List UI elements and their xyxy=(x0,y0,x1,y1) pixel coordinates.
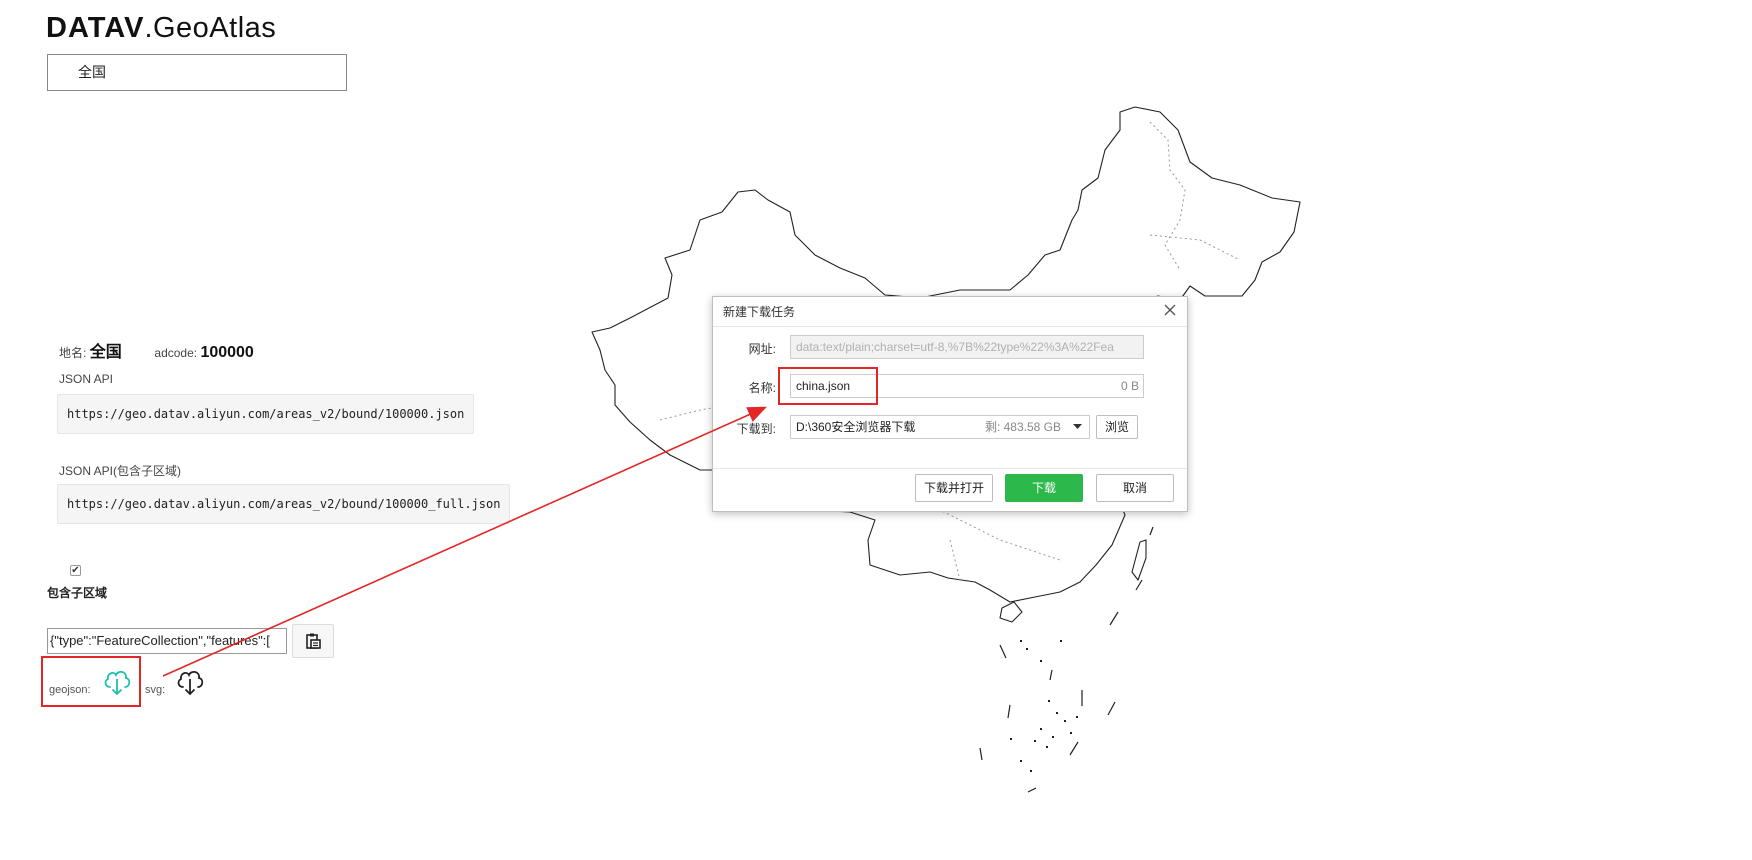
adcode-value: 100000 xyxy=(200,344,254,361)
adcode-label: adcode: xyxy=(154,346,198,360)
name-label: 地名: xyxy=(59,346,87,360)
dialog-divider xyxy=(713,326,1187,327)
clipboard-icon xyxy=(306,633,321,649)
name-value: 全国 xyxy=(89,344,122,361)
chevron-down-icon xyxy=(1072,424,1082,429)
annotation-box-geojson xyxy=(41,656,141,707)
save-dir-label: 下载到: xyxy=(736,422,776,436)
url-label: 网址: xyxy=(748,342,776,356)
save-dir-field[interactable]: D:\360安全浏览器下载 剩: 483.58 GB xyxy=(790,415,1066,439)
cancel-button[interactable]: 取消 xyxy=(1096,474,1174,502)
hainan-island xyxy=(999,601,1023,623)
include-children-label: 包含子区域 xyxy=(47,586,108,600)
include-children-checkbox[interactable]: ✔ xyxy=(70,565,81,576)
save-dir-value: D:\360安全浏览器下载 xyxy=(796,420,916,434)
download-and-open-button[interactable]: 下载并打开 xyxy=(915,474,993,502)
url-field: data:text/plain;charset=utf-8,%7B%22type… xyxy=(790,335,1144,359)
dialog-footer-divider xyxy=(713,468,1187,469)
name-field-label: 名称: xyxy=(748,381,776,395)
copy-button[interactable] xyxy=(292,624,334,658)
geojson-output-field[interactable]: {"type":"FeatureCollection","features":[ xyxy=(47,628,287,654)
region-info: 地名: 全国 adcode: 100000 xyxy=(59,338,254,362)
svg-label: svg: xyxy=(145,684,166,696)
json-api-full-label: JSON API(包含子区域) xyxy=(59,464,182,478)
json-api-full-url[interactable]: https://geo.datav.aliyun.com/areas_v2/bo… xyxy=(57,484,511,524)
json-api-url[interactable]: https://geo.datav.aliyun.com/areas_v2/bo… xyxy=(57,394,475,434)
close-icon[interactable] xyxy=(1163,303,1177,317)
svg-download-cloud-icon[interactable] xyxy=(174,665,206,697)
dialog-title: 新建下载任务 xyxy=(723,305,796,319)
annotation-box-filename xyxy=(778,367,878,405)
save-dir-dropdown[interactable] xyxy=(1065,415,1090,439)
free-space: 剩: 483.58 GB xyxy=(984,420,1061,434)
file-size: 0 B xyxy=(1120,379,1139,393)
json-api-label: JSON API xyxy=(59,372,114,386)
taiwan-island xyxy=(1131,539,1147,581)
download-button[interactable]: 下载 xyxy=(1005,474,1083,502)
browse-button[interactable]: 浏览 xyxy=(1096,415,1138,439)
